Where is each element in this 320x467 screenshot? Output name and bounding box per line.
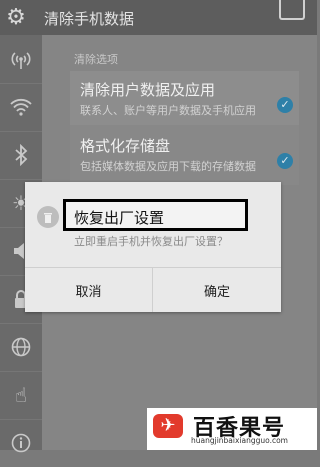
option-subtitle: 联系人、账户等用户数据及手机应用 xyxy=(80,104,256,117)
gesture-hand-icon[interactable]: ☝ xyxy=(0,371,42,419)
globe-icon[interactable] xyxy=(0,323,42,371)
info-icon[interactable] xyxy=(0,419,42,467)
section-heading: 清除选项 xyxy=(74,53,118,66)
confirm-button[interactable]: 确定 xyxy=(153,268,281,312)
option-title: 清除用户数据及应用 xyxy=(80,81,216,99)
dialog-button-row: 取消 确定 xyxy=(25,267,281,312)
option-title: 格式化存储盘 xyxy=(80,137,171,155)
gear-icon[interactable]: ⚙ xyxy=(0,0,32,35)
brand-logo-icon: ✈ xyxy=(153,414,183,438)
top-bar: ⚙ 清除手机数据 xyxy=(0,0,317,35)
antenna-icon[interactable] xyxy=(0,35,42,83)
search-icon[interactable] xyxy=(279,0,305,20)
checkbox-checked-icon[interactable]: ✓ xyxy=(277,153,293,169)
wifi-icon[interactable] xyxy=(0,83,42,131)
watermark-url: huangjinbaixiangguo.com xyxy=(191,436,288,445)
watermark: ✈ 百香果号 huangjinbaixiangguo.com xyxy=(147,408,317,450)
bluetooth-icon[interactable] xyxy=(0,131,42,179)
option-format-storage[interactable]: 格式化存储盘 包括媒体数据及应用下载的存储数据 ✓ xyxy=(70,125,299,185)
page-title: 清除手机数据 xyxy=(44,10,135,28)
dialog-message: 立即重启手机并恢复出厂设置？ xyxy=(74,235,228,248)
checkbox-checked-icon[interactable]: ✓ xyxy=(277,97,293,113)
dialog-title: 恢复出厂设置 xyxy=(74,209,165,227)
trash-icon xyxy=(37,206,59,228)
cancel-button[interactable]: 取消 xyxy=(25,268,153,312)
reset-dialog: 恢复出厂设置 立即重启手机并恢复出厂设置？ 取消 确定 xyxy=(25,182,281,312)
option-subtitle: 包括媒体数据及应用下载的存储数据 xyxy=(80,160,256,173)
